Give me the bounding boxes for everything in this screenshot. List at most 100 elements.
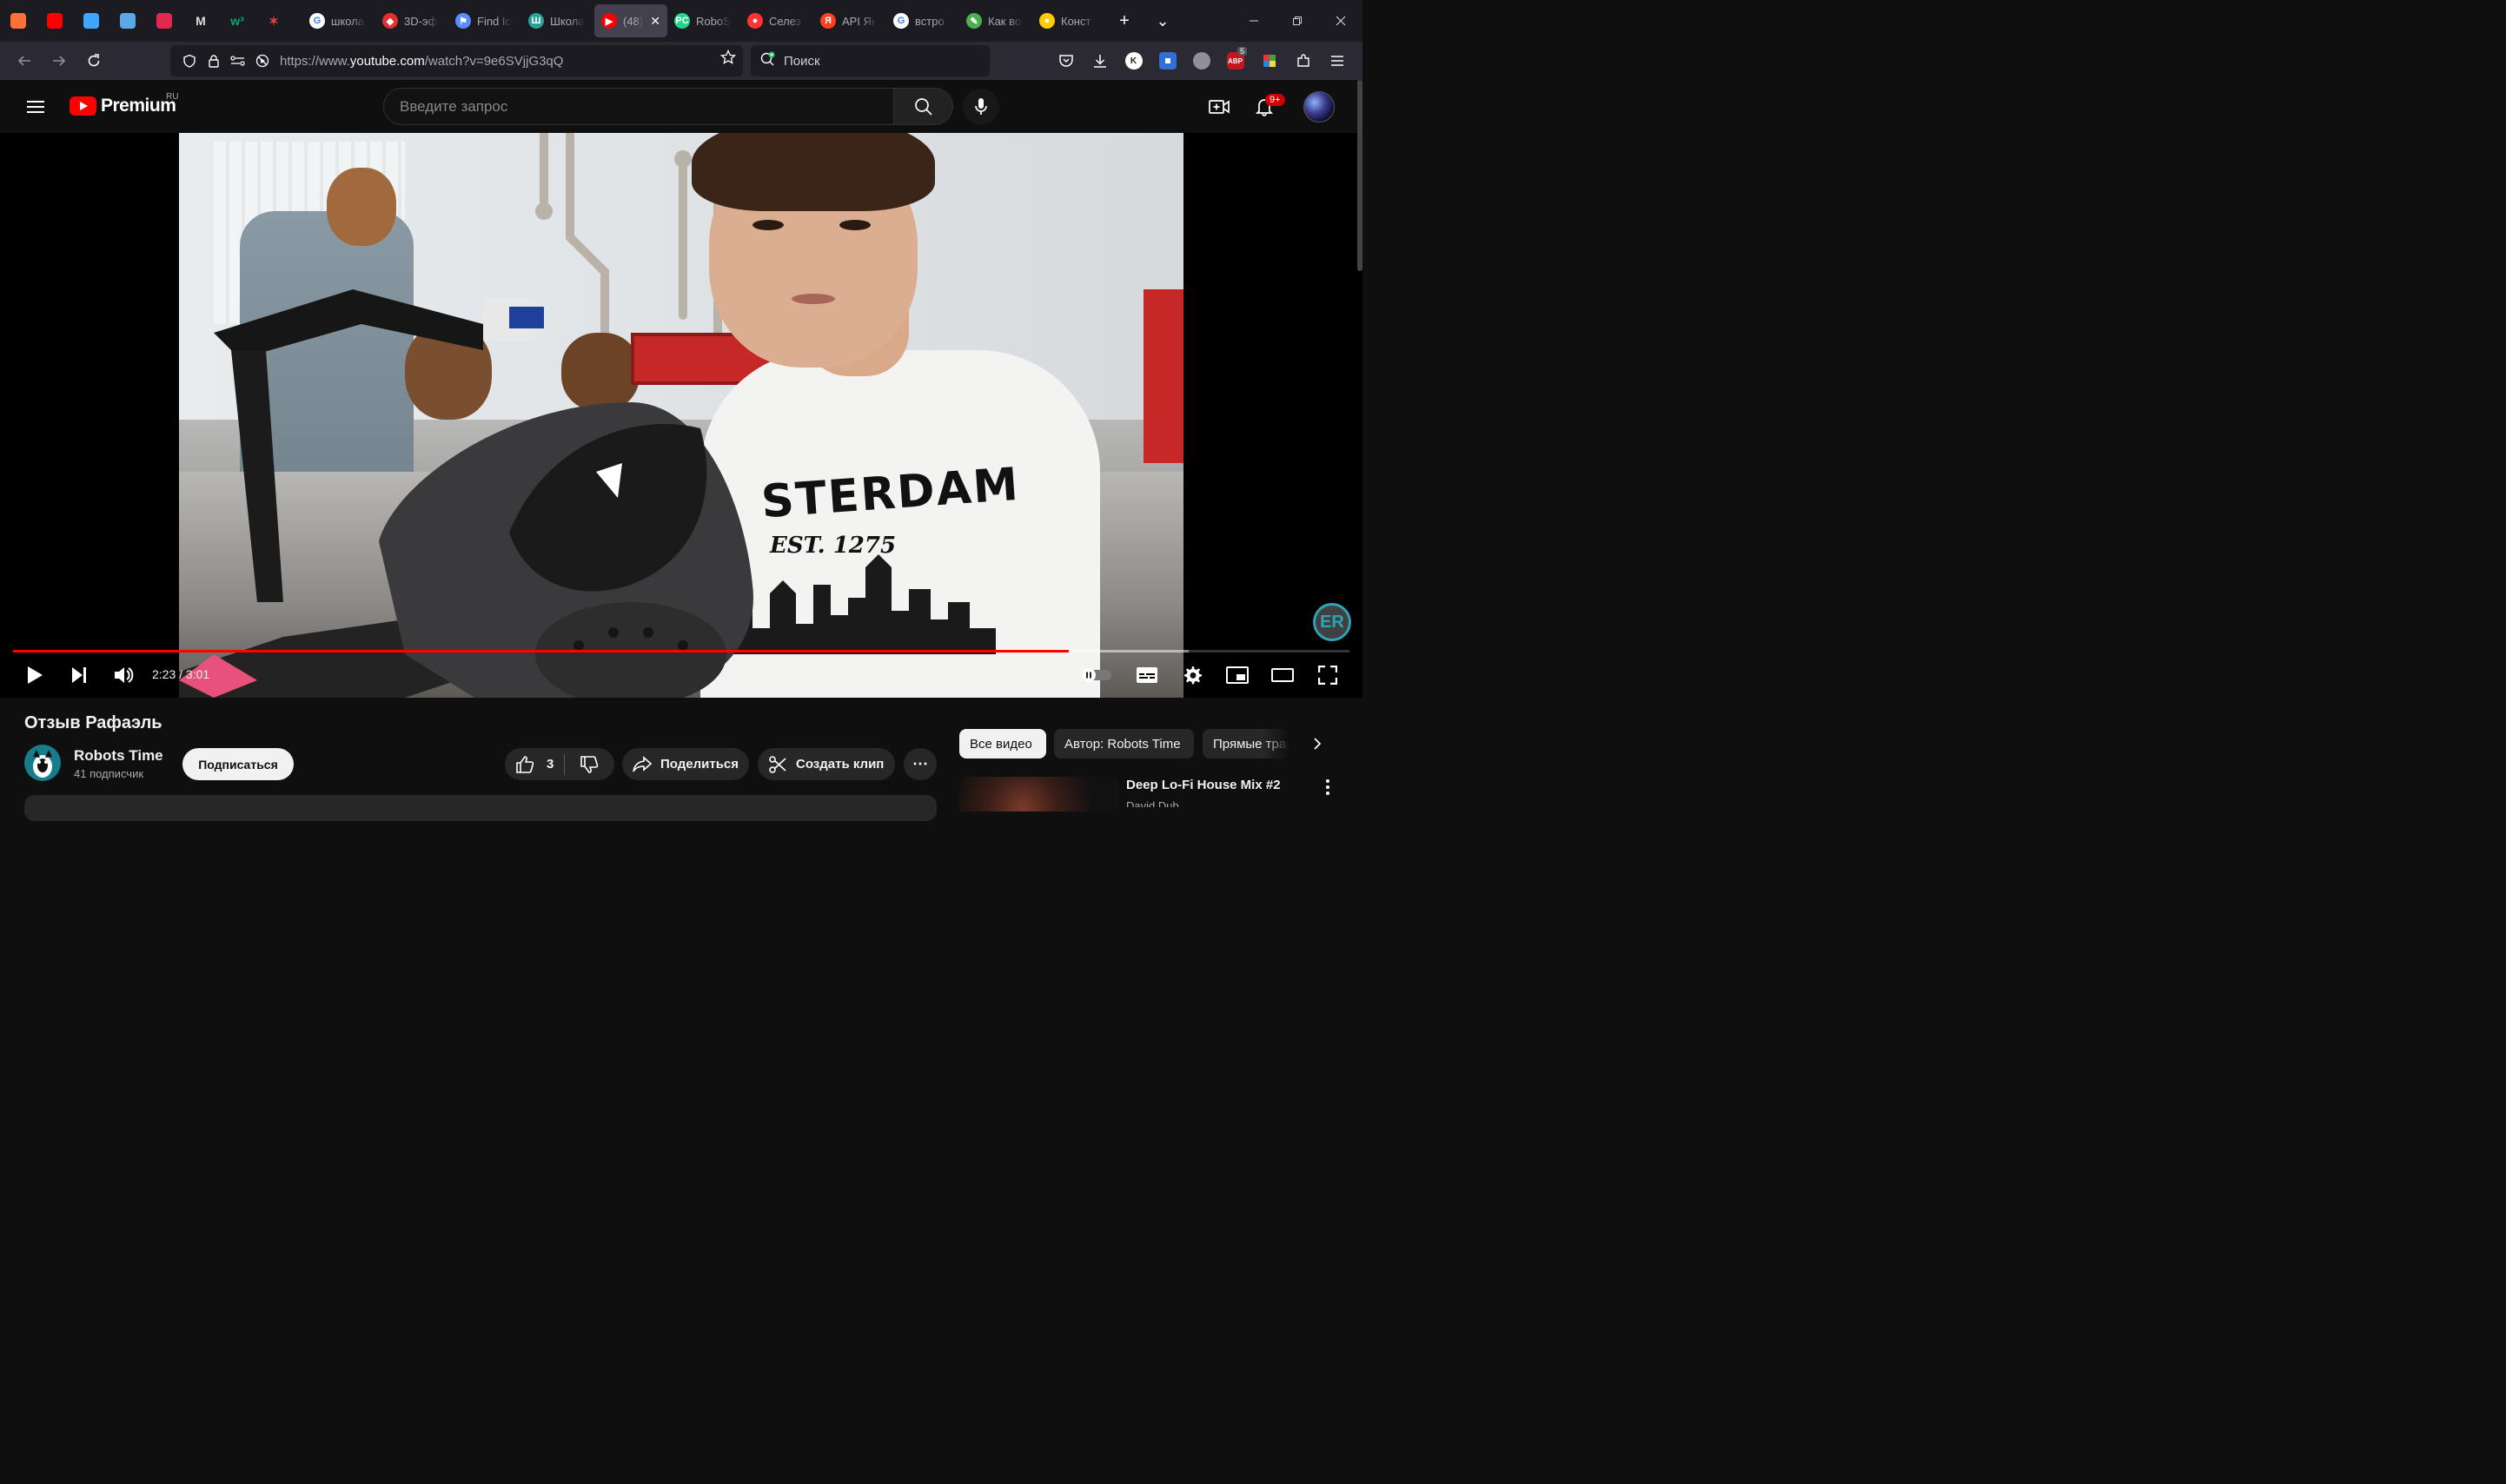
next-video-button[interactable] bbox=[58, 658, 100, 692]
settings-button[interactable] bbox=[1171, 658, 1213, 692]
minimize-window-button[interactable] bbox=[1232, 0, 1276, 42]
dislike-button[interactable] bbox=[565, 748, 613, 780]
close-window-button[interactable] bbox=[1319, 0, 1362, 42]
channel-watermark[interactable]: ER bbox=[1313, 603, 1351, 641]
more-horizontal-icon: ⋯ bbox=[912, 755, 928, 772]
pinned-tab[interactable]: ✶ bbox=[255, 0, 292, 42]
fullscreen-icon bbox=[1318, 666, 1337, 685]
reload-button[interactable] bbox=[76, 45, 111, 76]
new-tab-button[interactable]: + bbox=[1105, 0, 1144, 42]
kaspersky-extension-button[interactable]: K bbox=[1117, 45, 1150, 76]
forward-button[interactable] bbox=[42, 45, 76, 76]
browser-tab[interactable]: Ш Школа bbox=[521, 4, 594, 37]
blue-extension-icon bbox=[1158, 52, 1177, 70]
browser-tab[interactable]: ● Селез bbox=[740, 4, 813, 37]
youtube-premium-logo[interactable]: Premium bbox=[70, 96, 176, 116]
app-menu-button[interactable] bbox=[1320, 45, 1354, 76]
pinned-tab[interactable] bbox=[73, 0, 109, 42]
pinned-tab[interactable]: M bbox=[182, 0, 219, 42]
create-button[interactable] bbox=[1201, 89, 1237, 125]
channel-avatar[interactable] bbox=[24, 745, 61, 781]
share-button[interactable]: Поделиться bbox=[622, 748, 749, 780]
autoplay-blocked-icon[interactable] bbox=[250, 49, 275, 73]
play-button[interactable] bbox=[14, 658, 56, 692]
logo-text: Premium bbox=[101, 96, 176, 116]
tab-title: Школа bbox=[550, 14, 585, 28]
adblock-extension-button[interactable]: ABP 5 bbox=[1218, 45, 1252, 76]
shield-icon[interactable] bbox=[177, 49, 202, 73]
chip-live[interactable]: Прямые трансляции bbox=[1203, 729, 1289, 759]
browser-tab[interactable]: ◆ 3D-эф bbox=[375, 4, 448, 37]
chip-author[interactable]: Автор: Robots Time bbox=[1054, 729, 1194, 759]
url-bar[interactable]: https://www.youtube.com/watch?v=9e6SVjjG… bbox=[170, 45, 743, 76]
vpn-extension-button[interactable] bbox=[1184, 45, 1218, 76]
subtitles-button[interactable] bbox=[1126, 658, 1168, 692]
downloads-button[interactable] bbox=[1083, 45, 1117, 76]
pinned-tab[interactable] bbox=[146, 0, 182, 42]
miniplayer-button[interactable] bbox=[1217, 658, 1258, 692]
guide-menu-button[interactable] bbox=[17, 89, 54, 125]
description-box[interactable] bbox=[24, 795, 937, 821]
pocket-button[interactable] bbox=[1049, 45, 1083, 76]
url-path: /watch?v=9e6SVjjG3qQ bbox=[424, 53, 564, 69]
time-separator: / bbox=[176, 667, 186, 681]
browser-tab[interactable]: ● Конст bbox=[1032, 4, 1105, 37]
tab-active[interactable]: ▶ (48) ✕ bbox=[594, 4, 667, 37]
url-text[interactable]: https://www.youtube.com/watch?v=9e6SVjjG… bbox=[280, 54, 563, 69]
volume-icon bbox=[115, 667, 134, 683]
autoplay-toggle[interactable] bbox=[1076, 658, 1117, 692]
recommendation-title[interactable]: Deep Lo-Fi House Mix #2 bbox=[1126, 778, 1281, 792]
permissions-icon[interactable] bbox=[226, 49, 250, 73]
page-scrollbar[interactable] bbox=[1357, 80, 1362, 271]
time-total: 3:01 bbox=[185, 667, 210, 681]
browser-tab[interactable]: Gшкола bbox=[302, 4, 375, 37]
pinned-tab[interactable]: w³ bbox=[219, 0, 255, 42]
restore-window-button[interactable] bbox=[1276, 0, 1319, 42]
browser-tab[interactable]: ✎ Как во bbox=[959, 4, 1032, 37]
browser-search-bar[interactable]: Поиск bbox=[751, 45, 990, 76]
youtube-search-input[interactable] bbox=[384, 89, 893, 124]
bookmark-star-icon[interactable] bbox=[719, 49, 737, 70]
youtube-search-button[interactable] bbox=[894, 88, 953, 125]
arrow-left-icon bbox=[17, 56, 30, 66]
extension-blue-button[interactable] bbox=[1150, 45, 1184, 76]
colorful-extension-button[interactable] bbox=[1252, 45, 1286, 76]
youtube-search-box bbox=[383, 88, 894, 125]
region-code: RU bbox=[166, 92, 179, 102]
account-avatar[interactable] bbox=[1303, 91, 1335, 123]
browser-tab[interactable]: PC RoboS bbox=[667, 4, 740, 37]
channel-name[interactable]: Robots Time bbox=[74, 747, 163, 765]
puzzle-icon bbox=[1296, 54, 1309, 67]
video-frame[interactable]: STERDAM EST. 1275 bbox=[179, 133, 1183, 698]
browser-tab[interactable]: Gвстро bbox=[886, 4, 959, 37]
hamburger-icon bbox=[1330, 56, 1343, 66]
pinned-tab[interactable] bbox=[36, 0, 73, 42]
pinned-tab[interactable] bbox=[0, 0, 36, 42]
video-player[interactable]: STERDAM EST. 1275 ER 2:23 / 3:01 bbox=[0, 133, 1362, 698]
voice-search-button[interactable] bbox=[963, 89, 999, 125]
pinned-tab[interactable] bbox=[109, 0, 146, 42]
figure-icon: ✶ bbox=[268, 13, 279, 28]
theater-mode-button[interactable] bbox=[1262, 658, 1303, 692]
browser-tab[interactable]: ⚑ Find Ic bbox=[448, 4, 521, 37]
skip-next-icon bbox=[72, 667, 86, 683]
close-tab-icon[interactable]: ✕ bbox=[650, 14, 660, 29]
mute-button[interactable] bbox=[103, 658, 144, 692]
back-button[interactable] bbox=[7, 45, 42, 76]
list-all-tabs-button[interactable]: ⌄ bbox=[1144, 0, 1182, 42]
recommendation-thumbnail[interactable] bbox=[959, 777, 1118, 812]
more-actions-button[interactable]: ⋯ bbox=[904, 748, 937, 780]
progress-bar[interactable] bbox=[13, 650, 1349, 653]
fullscreen-button[interactable] bbox=[1307, 658, 1349, 692]
map-pin-icon: ● bbox=[747, 13, 763, 29]
chip-all-videos[interactable]: Все видео bbox=[959, 729, 1046, 759]
subscribe-button[interactable]: Подписаться bbox=[182, 748, 294, 780]
chips-next-button[interactable] bbox=[1302, 729, 1333, 759]
recommendation-menu-button[interactable] bbox=[1319, 777, 1336, 798]
pocket-icon bbox=[1058, 55, 1073, 67]
browser-tab[interactable]: Я API Ян bbox=[813, 4, 886, 37]
like-button[interactable]: 3 bbox=[505, 753, 565, 775]
create-clip-button[interactable]: Создать клип bbox=[758, 748, 895, 780]
extensions-button[interactable] bbox=[1286, 45, 1320, 76]
lock-icon[interactable] bbox=[202, 49, 226, 73]
